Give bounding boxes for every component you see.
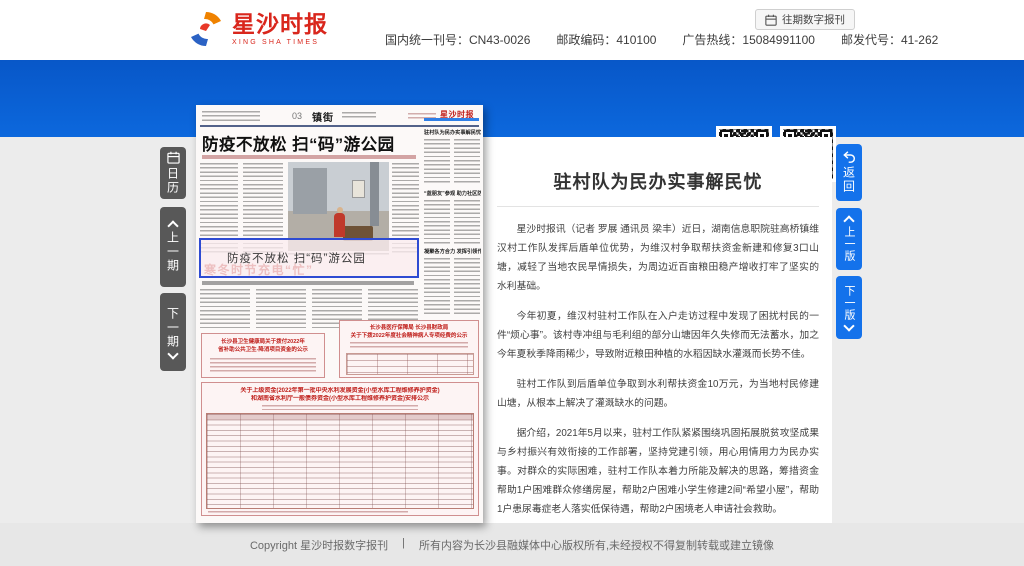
article-view: 驻村队为民办实事解民忧 星沙时报讯（记者 罗展 通讯员 梁丰）近日，湖南信息职院… [497, 168, 819, 530]
sub-article-dek [202, 281, 414, 285]
meta-issn: 国内统一刊号：CN43-0026 [385, 31, 530, 48]
page: 星沙时报 XING SHA TIMES 国内统一刊号：CN43-0026 邮政编… [0, 0, 1024, 566]
footer-copyright: Copyright 星沙时报数字报刊 [250, 537, 388, 553]
page-header-info [202, 111, 260, 121]
prev-page-button[interactable]: 上一版 [836, 208, 862, 270]
chevron-up-icon [167, 220, 178, 231]
title-divider [497, 206, 819, 207]
back-arrow-icon [843, 151, 856, 163]
next-issue-label: 下一期 [165, 307, 182, 349]
calendar-label: 日历 [165, 167, 182, 195]
prev-page-label: 上一版 [841, 226, 857, 262]
prev-issue-button[interactable]: 上一期 [160, 207, 186, 287]
footer-rights: 所有内容为长沙县融媒体中心版权所有,未经授权不得复制转载或建立镜像 [419, 537, 774, 553]
meta-postcode: 邮政编码：410100 [556, 31, 656, 48]
notice-table [346, 353, 474, 375]
text-column [424, 139, 450, 185]
article-paragraph: 据介绍，2021年5月以来，驻村工作队紧紧围绕巩固拓展脱贫攻坚成果与乡村振兴有效… [497, 424, 819, 519]
archive-button[interactable]: 往期数字报刊 [755, 9, 855, 30]
meta-hotline: 广告热线：15084991100 [682, 31, 815, 48]
text-column [256, 289, 306, 331]
meta-post-code2: 邮发代号：41-262 [841, 31, 938, 48]
text-column [454, 139, 480, 185]
back-label: 返回 [841, 166, 858, 194]
next-page-label: 下一版 [841, 285, 857, 321]
right-column-rule [424, 118, 479, 121]
paper-headline: 防疫不放松 扫“码”游公园 [202, 131, 395, 155]
right-article-title[interactable]: “蓝朋友”参观 助力社区防疫 [424, 190, 481, 197]
chevron-down-icon [167, 348, 178, 359]
right-article-title[interactable]: 凝聚各方合力 发挥引领作用 [424, 248, 481, 255]
logo-subtitle: XING SHA TIMES [232, 39, 328, 46]
page-number: 03 [292, 111, 302, 121]
prev-issue-label: 上一期 [165, 231, 182, 273]
right-article-title[interactable]: 驻村队为民办实事解民忧 [424, 129, 481, 136]
notice-health-bureau: 长沙县卫生健康局关于拨付2022年 省补助公共卫生-降消项目资金的公示 [201, 333, 325, 378]
article-paragraph: 今年初夏，维汉村驻村工作队在入户走访过程中发现了困扰村民的一件“烦心事”。该村寺… [497, 307, 819, 364]
text-column [424, 258, 450, 314]
publication-meta: 国内统一刊号：CN43-0026 邮政编码：410100 广告热线：150849… [385, 31, 938, 48]
person-red-vest [334, 213, 345, 237]
next-page-button[interactable]: 下一版 [836, 276, 862, 339]
logo-swirl-icon [186, 9, 226, 49]
newspaper-page-thumbnail[interactable]: 03 镇街 星沙时报 防疫不放松 扫“码”游公园 寒冬时节充电“忙” 防疫不放松… [196, 105, 483, 523]
text-column [424, 200, 450, 244]
calendar-button[interactable]: 日历 [160, 147, 186, 199]
toolbar: 2022年11月29日 [0, 60, 1024, 137]
footer-divider: | [402, 537, 405, 549]
archive-button-label: 往期数字报刊 [782, 12, 845, 27]
highlight-label: 防疫不放松 扫“码”游公园 [227, 250, 366, 266]
chevron-up-icon [843, 215, 854, 226]
paper-subheadline [202, 155, 416, 159]
text-column [200, 289, 250, 331]
chevron-down-icon [843, 320, 854, 331]
notice-water-funds: 关于上级资金(2022年第一批中央水利发展资金(小型水库工程维修养护资金) 和湖… [201, 382, 479, 516]
section-subinfo [342, 112, 376, 120]
calendar-icon [765, 14, 777, 26]
header-rule [200, 125, 479, 127]
section-name: 镇街 [312, 109, 334, 124]
calendar-icon [167, 151, 180, 164]
notice-medical-bureau: 长沙县医疗保障局 长沙县财政局 关于下拨2022年度社会精神病人专项经费的公示 [339, 320, 479, 378]
text-column [454, 258, 480, 314]
article-title: 驻村队为民办实事解民忧 [497, 168, 819, 194]
text-column [454, 200, 480, 244]
logo-title: 星沙时报 [232, 13, 328, 36]
article-paragraph: 星沙时报讯（记者 罗展 通讯员 梁丰）近日，湖南信息职院驻高桥镇维汉村工作队发挥… [497, 220, 819, 296]
article-paragraph: 驻村工作队到后盾单位争取到水利帮扶资金10万元，为当地村民修建山塘，从根本上解决… [497, 375, 819, 413]
back-button[interactable]: 返回 [836, 144, 862, 201]
next-issue-button[interactable]: 下一期 [160, 293, 186, 371]
logo[interactable]: 星沙时报 XING SHA TIMES [186, 9, 328, 49]
article-highlight-box[interactable]: 防疫不放松 扫“码”游公园 [199, 238, 419, 278]
funds-table [206, 413, 474, 509]
app-header: 星沙时报 XING SHA TIMES 国内统一刊号：CN43-0026 邮政编… [0, 0, 1024, 60]
